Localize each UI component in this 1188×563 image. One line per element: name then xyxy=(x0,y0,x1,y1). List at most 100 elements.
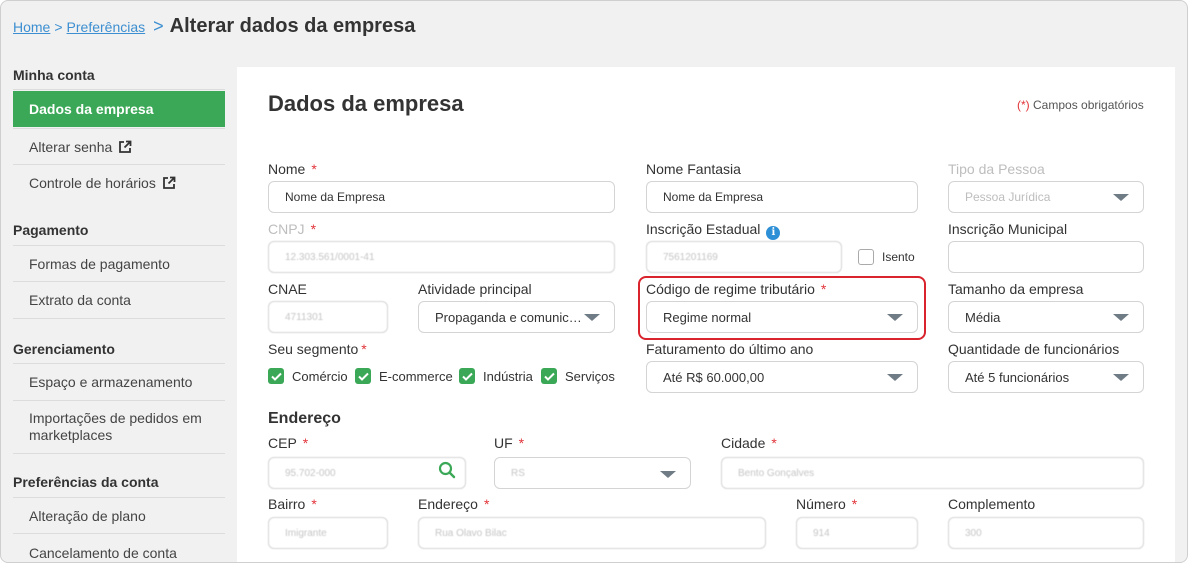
checkbox-box xyxy=(858,249,874,265)
faturamento-select[interactable]: Até R$ 60.000,00 xyxy=(646,361,918,393)
sidebar-section-pagamento: Pagamento xyxy=(13,222,89,238)
tipo-pessoa-select: Pessoa Jurídica xyxy=(948,181,1144,213)
required-marker: * xyxy=(820,281,827,297)
cidade-label: Cidade * xyxy=(721,435,777,451)
sidebar-item-alterar-senha[interactable]: Alterar senha xyxy=(13,129,225,165)
segmento-industria-checkbox[interactable]: Indústria xyxy=(459,368,533,384)
app-window: Home > Preferências > Alterar dados da e… xyxy=(0,0,1188,563)
cep-field[interactable]: 95.702-000 xyxy=(268,457,466,489)
chevron-down-icon xyxy=(660,471,676,478)
external-link-icon xyxy=(162,176,176,189)
complemento-field[interactable]: 300 xyxy=(948,517,1144,549)
bairro-field[interactable]: Imigrante xyxy=(268,517,388,549)
label-text: CNPJ xyxy=(268,221,305,237)
inscricao-estadual-value: 7561201169 xyxy=(663,251,718,263)
segmento-ecommerce-checkbox[interactable]: E-commerce xyxy=(355,368,453,384)
inscricao-municipal-field[interactable] xyxy=(948,241,1144,273)
label-text: CEP xyxy=(268,435,297,451)
divider xyxy=(13,89,225,90)
tamanho-select[interactable]: Média xyxy=(948,301,1144,333)
uf-value: RS xyxy=(511,467,525,479)
sidebar-section-minha-conta: Minha conta xyxy=(13,67,95,83)
endereco-value: Rua Olavo Bilac xyxy=(435,527,507,539)
form-title: Dados da empresa xyxy=(268,91,464,116)
faturamento-label: Faturamento do último ano xyxy=(646,341,814,357)
regime-select[interactable]: Regime normal xyxy=(646,301,918,333)
required-note-text: Campos obrigatórios xyxy=(1033,98,1144,112)
numero-value: 914 xyxy=(813,527,830,539)
cep-label: CEP * xyxy=(268,435,308,451)
regime-label: Código de regime tributário * xyxy=(646,281,826,297)
sidebar-item-label: Controle de horários xyxy=(29,175,156,191)
bairro-value: Imigrante xyxy=(285,527,327,539)
required-marker: * xyxy=(311,496,317,512)
endereco-field[interactable]: Rua Olavo Bilac xyxy=(418,517,766,549)
breadcrumb-preferencias-link[interactable]: Preferências xyxy=(67,19,146,35)
label-text: Número xyxy=(796,496,846,512)
checkbox-label: E-commerce xyxy=(379,368,453,384)
tipo-pessoa-label: Tipo da Pessoa xyxy=(948,161,1045,177)
info-icon[interactable]: i xyxy=(766,225,781,240)
search-icon[interactable] xyxy=(438,461,456,479)
checkbox-label: Serviços xyxy=(565,368,615,384)
check-icon xyxy=(541,368,557,384)
required-marker: * xyxy=(311,161,317,177)
cnpj-value: 12.303.561/0001-41 xyxy=(285,251,375,263)
segmento-servicos-checkbox[interactable]: Serviços xyxy=(541,368,615,384)
tipo-pessoa-value: Pessoa Jurídica xyxy=(965,190,1051,204)
cep-value: 95.702-000 xyxy=(285,467,336,479)
breadcrumb: Home > Preferências > Alterar dados da e… xyxy=(13,15,415,41)
label-text: Bairro xyxy=(268,496,306,512)
required-marker: * xyxy=(851,496,858,512)
required-marker: (*) xyxy=(1017,98,1030,112)
uf-select[interactable]: RS xyxy=(494,457,691,489)
nome-label: Nome * xyxy=(268,161,317,177)
nome-fantasia-value: Nome da Empresa xyxy=(663,190,764,204)
isento-checkbox[interactable]: Isento xyxy=(858,249,915,265)
divider xyxy=(13,318,225,319)
breadcrumb-separator: > xyxy=(153,16,164,36)
sidebar-item-importacoes-de-pedidos[interactable]: Importações de pedidos em marketplaces xyxy=(13,401,225,453)
required-marker: * xyxy=(771,435,777,451)
chevron-down-icon xyxy=(887,314,903,321)
cnae-field[interactable]: 4711301 xyxy=(268,301,388,333)
funcionarios-select[interactable]: Até 5 funcionários xyxy=(948,361,1144,393)
numero-field[interactable]: 914 xyxy=(796,517,918,549)
nome-field[interactable]: Nome da Empresa xyxy=(268,181,615,213)
sidebar-item-dados-da-empresa[interactable]: Dados da empresa xyxy=(13,91,225,127)
tamanho-label: Tamanho da empresa xyxy=(948,281,1084,297)
sidebar-item-formas-de-pagamento[interactable]: Formas de pagamento xyxy=(13,246,225,282)
required-marker: * xyxy=(361,341,367,357)
sidebar-item-cancelamento-de-conta[interactable]: Cancelamento de conta xyxy=(13,535,225,562)
cnae-label: CNAE xyxy=(268,281,307,297)
regime-value: Regime normal xyxy=(663,309,752,325)
chevron-down-icon xyxy=(1113,374,1129,381)
sidebar-item-espaco-e-armazenamento[interactable]: Espaço e armazenamento xyxy=(13,364,225,400)
endereco-label: Endereço * xyxy=(418,496,489,512)
sidebar-item-label: Alteração de plano xyxy=(29,508,146,524)
breadcrumb-home-link[interactable]: Home xyxy=(13,19,50,35)
cnpj-label: CNPJ * xyxy=(268,221,316,237)
segmento-comercio-checkbox[interactable]: Comércio xyxy=(268,368,348,384)
complemento-value: 300 xyxy=(965,527,982,539)
label-text: Código de regime tributário xyxy=(646,281,815,297)
sidebar-item-controle-de-horarios[interactable]: Controle de horários xyxy=(13,165,225,201)
company-form-panel: Dados da empresa (*) Campos obrigatórios… xyxy=(237,67,1175,562)
label-text: Cidade xyxy=(721,435,766,451)
inscricao-estadual-field[interactable]: 7561201169 xyxy=(646,241,842,273)
segmento-label: Seu segmento * xyxy=(268,341,367,357)
sidebar-item-extrato-da-conta[interactable]: Extrato da conta xyxy=(13,282,225,318)
atividade-label: Atividade principal xyxy=(418,281,532,297)
nome-fantasia-field[interactable]: Nome da Empresa xyxy=(646,181,918,213)
chevron-down-icon xyxy=(887,374,903,381)
atividade-value: Propaganda e comunic… xyxy=(435,309,582,325)
page-title: Alterar dados da empresa xyxy=(169,15,416,37)
atividade-select[interactable]: Propaganda e comunic… xyxy=(418,301,615,333)
divider xyxy=(13,453,225,454)
divider xyxy=(13,533,225,534)
chevron-down-icon xyxy=(1113,314,1129,321)
sidebar-item-label: Formas de pagamento xyxy=(29,256,170,272)
check-icon xyxy=(268,368,284,384)
cidade-field[interactable]: Bento Gonçalves xyxy=(721,457,1144,489)
sidebar-item-alteracao-de-plano[interactable]: Alteração de plano xyxy=(13,498,225,534)
